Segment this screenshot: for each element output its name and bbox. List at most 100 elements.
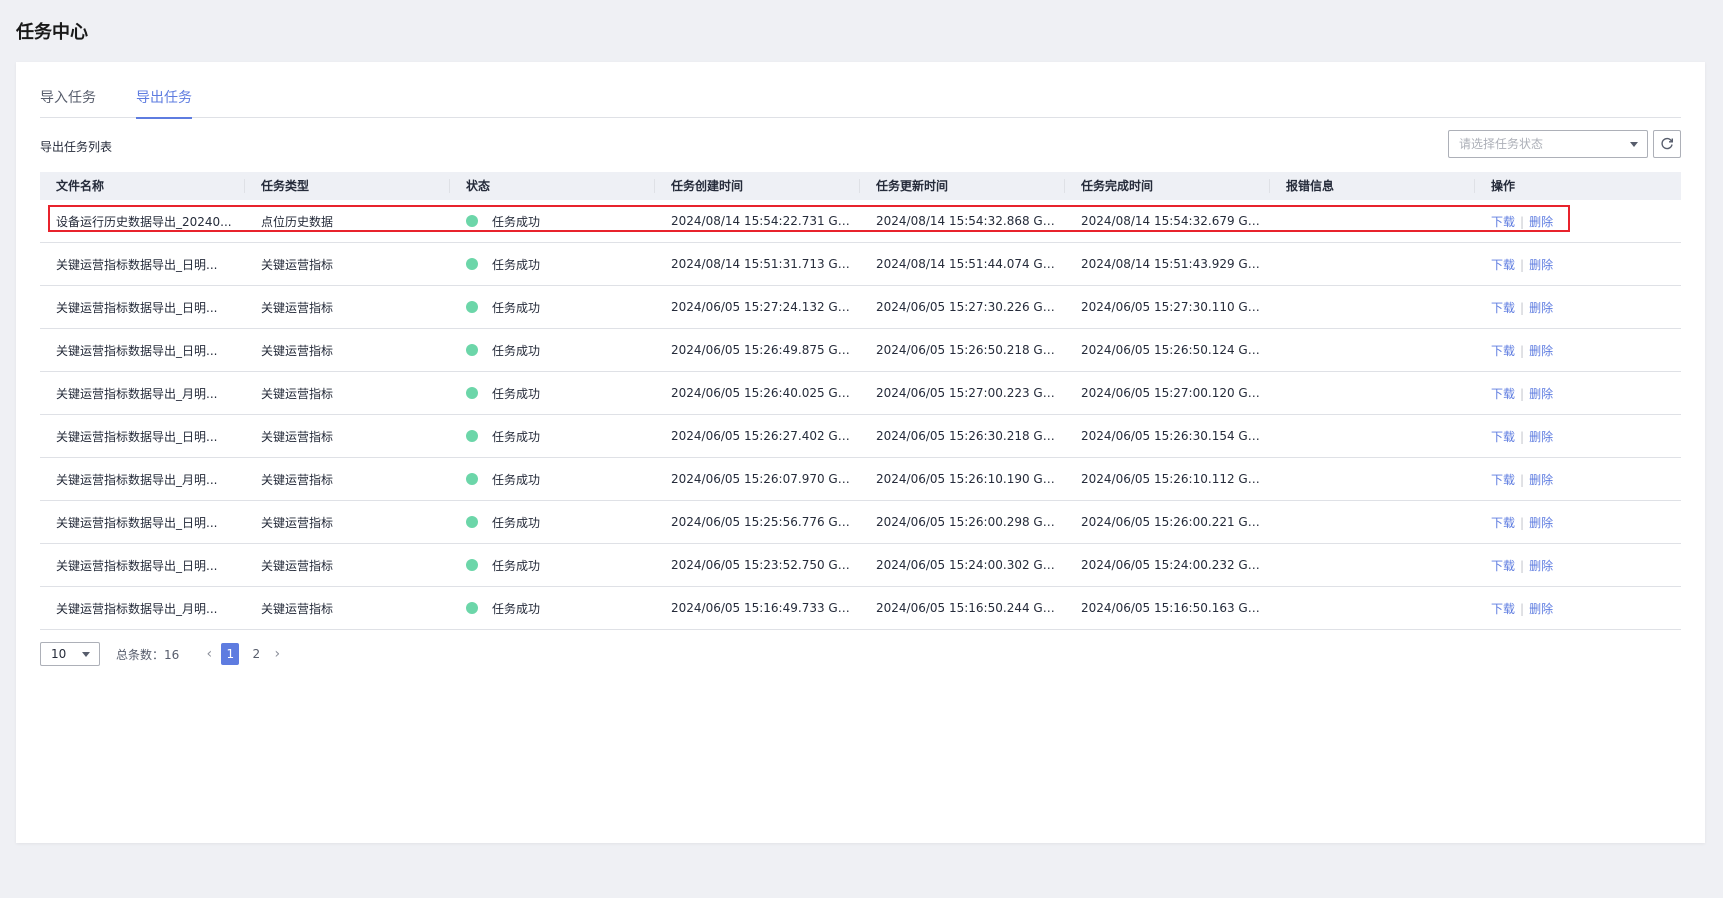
table-row: 关键运营指标数据导出_日明... 关键运营指标 任务成功 2024/08/14 15:… xyxy=(40,243,1681,286)
status-text: 任务成功 xyxy=(492,558,541,573)
finished-time-cell: 2024/06/05 15:27:30.110 GM... xyxy=(1081,300,1270,314)
delete-link[interactable]: 删除 xyxy=(1529,215,1553,229)
delete-link[interactable]: 删除 xyxy=(1529,387,1553,401)
chevron-left-icon[interactable]: ‹ xyxy=(201,646,217,662)
table-row: 关键运营指标数据导出_日明... 关键运营指标 任务成功 2024/06/05 15:… xyxy=(40,544,1681,587)
tab-bar: 导入任务 导出任务 xyxy=(40,86,1681,119)
finished-time-cell: 2024/08/14 15:51:43.929 GM... xyxy=(1081,257,1270,271)
created-time-cell: 2024/06/05 15:26:07.970 GM... xyxy=(671,472,860,486)
created-time-cell: 2024/06/05 15:25:56.776 GM... xyxy=(671,515,860,529)
download-link[interactable]: 下载 xyxy=(1491,516,1515,530)
delete-link[interactable]: 删除 xyxy=(1529,602,1553,616)
download-link[interactable]: 下载 xyxy=(1491,430,1515,444)
delete-link[interactable]: 删除 xyxy=(1529,344,1553,358)
link-separator: | xyxy=(1520,386,1525,401)
delete-link[interactable]: 删除 xyxy=(1529,430,1553,444)
finished-time-cell: 2024/06/05 15:26:50.124 GM... xyxy=(1081,343,1270,357)
status-cell: 任务成功 xyxy=(450,256,655,273)
operation-cell: 下载 | 删除 xyxy=(1475,385,1681,402)
download-link[interactable]: 下载 xyxy=(1491,559,1515,573)
updated-time-cell: 2024/06/05 15:16:50.244 GM... xyxy=(876,601,1065,615)
status-cell: 任务成功 xyxy=(450,471,655,488)
status-text: 任务成功 xyxy=(492,214,541,229)
task-type-cell: 关键运营指标 xyxy=(261,472,334,487)
tab-export[interactable]: 导出任务 xyxy=(136,86,192,119)
file-name-cell: 关键运营指标数据导出_日明... xyxy=(56,343,218,358)
file-name-cell: 关键运营指标数据导出_月明... xyxy=(56,601,218,616)
task-type-cell: 关键运营指标 xyxy=(261,300,334,315)
link-separator: | xyxy=(1520,343,1525,358)
operation-cell: 下载 | 删除 xyxy=(1475,600,1681,617)
task-type-cell: 关键运营指标 xyxy=(261,601,334,616)
file-name-cell: 关键运营指标数据导出_月明... xyxy=(56,386,218,401)
status-cell: 任务成功 xyxy=(450,299,655,316)
table-row: 关键运营指标数据导出_月明... 关键运营指标 任务成功 2024/06/05 15:… xyxy=(40,587,1681,630)
column-header: 任务类型 xyxy=(245,172,450,200)
status-text: 任务成功 xyxy=(492,386,541,401)
delete-link[interactable]: 删除 xyxy=(1529,473,1553,487)
delete-link[interactable]: 删除 xyxy=(1529,301,1553,315)
updated-time-cell: 2024/06/05 15:27:30.226 GM... xyxy=(876,300,1065,314)
refresh-button[interactable] xyxy=(1653,130,1681,158)
operation-cell: 下载 | 删除 xyxy=(1475,299,1681,316)
success-status-icon xyxy=(466,215,478,227)
delete-link[interactable]: 删除 xyxy=(1529,516,1553,530)
status-text: 任务成功 xyxy=(492,429,541,444)
table-row: 关键运营指标数据导出_日明... 关键运营指标 任务成功 2024/06/05 15:… xyxy=(40,286,1681,329)
table-row: 关键运营指标数据导出_月明... 关键运营指标 任务成功 2024/06/05 15:… xyxy=(40,458,1681,501)
created-time-cell: 2024/06/05 15:27:24.132 GM... xyxy=(671,300,860,314)
success-status-icon xyxy=(466,344,478,356)
success-status-icon xyxy=(466,473,478,485)
created-time-cell: 2024/08/14 15:51:31.713 GM... xyxy=(671,257,860,271)
table-row: 关键运营指标数据导出_月明... 关键运营指标 任务成功 2024/06/05 15:… xyxy=(40,372,1681,415)
chevron-down-icon xyxy=(1630,142,1638,147)
download-link[interactable]: 下载 xyxy=(1491,301,1515,315)
delete-link[interactable]: 删除 xyxy=(1529,559,1553,573)
updated-time-cell: 2024/06/05 15:26:50.218 GM... xyxy=(876,343,1065,357)
link-separator: | xyxy=(1520,558,1525,573)
tab-import[interactable]: 导入任务 xyxy=(40,86,96,118)
page-number[interactable]: 2 xyxy=(247,643,265,665)
status-cell: 任务成功 xyxy=(450,213,655,230)
table-row: 关键运营指标数据导出_日明... 关键运营指标 任务成功 2024/06/05 15:… xyxy=(40,329,1681,372)
download-link[interactable]: 下载 xyxy=(1491,215,1515,229)
updated-time-cell: 2024/08/14 15:54:32.868 GM... xyxy=(876,214,1065,228)
file-name-cell: 设备运行历史数据导出_20240... xyxy=(56,214,232,229)
column-header: 任务更新时间 xyxy=(860,172,1065,200)
table-body: 设备运行历史数据导出_20240... 点位历史数据 任务成功 2024/08/14 … xyxy=(40,200,1681,630)
download-link[interactable]: 下载 xyxy=(1491,344,1515,358)
chevron-right-icon[interactable]: › xyxy=(269,646,285,662)
page-number[interactable]: 1 xyxy=(221,643,240,665)
finished-time-cell: 2024/06/05 15:27:00.120 GM... xyxy=(1081,386,1270,400)
page-size-select[interactable]: 10 xyxy=(40,642,100,666)
status-select-placeholder: 请选择任务状态 xyxy=(1459,137,1544,151)
status-cell: 任务成功 xyxy=(450,600,655,617)
link-separator: | xyxy=(1520,472,1525,487)
download-link[interactable]: 下载 xyxy=(1491,258,1515,272)
task-panel: 导入任务 导出任务 导出任务列表 请选择任务状态 文件名称 任务类型 状态 任务… xyxy=(16,62,1705,843)
column-header: 状态 xyxy=(450,172,655,200)
delete-link[interactable]: 删除 xyxy=(1529,258,1553,272)
task-type-cell: 点位历史数据 xyxy=(261,214,334,229)
task-type-cell: 关键运营指标 xyxy=(261,429,334,444)
file-name-cell: 关键运营指标数据导出_日明... xyxy=(56,558,218,573)
task-status-select[interactable]: 请选择任务状态 xyxy=(1448,130,1648,158)
table-row: 设备运行历史数据导出_20240... 点位历史数据 任务成功 2024/08/14 … xyxy=(40,200,1681,243)
pagination: 10 总条数：16 ‹ 1 2 › xyxy=(40,642,285,666)
status-cell: 任务成功 xyxy=(450,342,655,359)
updated-time-cell: 2024/06/05 15:26:00.298 GM... xyxy=(876,515,1065,529)
updated-time-cell: 2024/06/05 15:27:00.223 GM... xyxy=(876,386,1065,400)
updated-time-cell: 2024/08/14 15:51:44.074 GM... xyxy=(876,257,1065,271)
download-link[interactable]: 下载 xyxy=(1491,473,1515,487)
link-separator: | xyxy=(1520,601,1525,616)
finished-time-cell: 2024/06/05 15:16:50.163 GM... xyxy=(1081,601,1270,615)
success-status-icon xyxy=(466,301,478,313)
file-name-cell: 关键运营指标数据导出_日明... xyxy=(56,515,218,530)
status-text: 任务成功 xyxy=(492,300,541,315)
link-separator: | xyxy=(1520,515,1525,530)
success-status-icon xyxy=(466,430,478,442)
success-status-icon xyxy=(466,258,478,270)
download-link[interactable]: 下载 xyxy=(1491,602,1515,616)
finished-time-cell: 2024/08/14 15:54:32.679 GM... xyxy=(1081,214,1270,228)
download-link[interactable]: 下载 xyxy=(1491,387,1515,401)
